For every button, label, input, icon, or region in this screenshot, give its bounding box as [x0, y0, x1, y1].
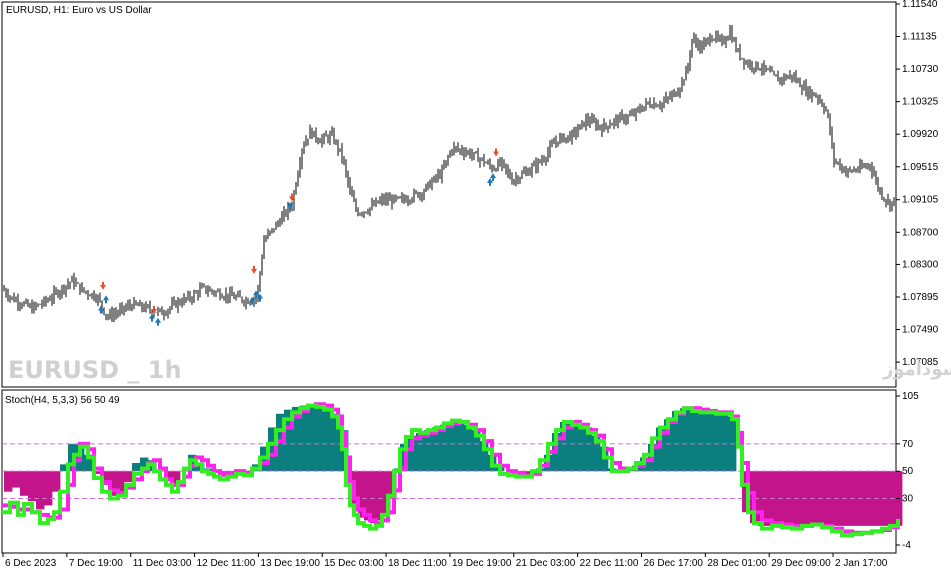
price-tick-label: 1.10325 [902, 97, 939, 108]
time-tick-label: 21 Dec 03:00 [516, 558, 576, 569]
symbol-header: EURUSD, H1: Euro vs US Dollar [6, 5, 152, 16]
time-tick-label: 29 Dec 09:00 [771, 558, 831, 569]
price-tick-label: 1.09515 [902, 162, 939, 173]
histogram-bar [12, 471, 21, 488]
histogram-bar [696, 411, 705, 472]
time-tick-label: 2 Jan 17:00 [835, 558, 888, 569]
price-tick-label: 1.10730 [902, 64, 939, 75]
time-tick-label: 28 Dec 01:00 [707, 558, 767, 569]
histogram-bar [308, 405, 317, 472]
price-tick-label: 1.07490 [902, 325, 939, 336]
histogram-bar [4, 471, 13, 492]
histogram-bar [464, 424, 473, 472]
histogram-bar [36, 471, 45, 510]
time-tick-label: 7 Dec 19:00 [69, 558, 123, 569]
histogram-bar [704, 411, 713, 472]
osc-tick-label: 50 [902, 466, 914, 477]
time-tick-label: 12 Dec 11:00 [197, 558, 256, 569]
price-tick-label: 1.09105 [902, 195, 939, 206]
histogram-bar [52, 471, 61, 492]
time-tick-label: 6 Dec 2023 [5, 558, 57, 569]
price-tick-label: 1.08300 [902, 259, 939, 270]
time-tick-label: 15 Dec 03:00 [324, 558, 384, 569]
chart-canvas[interactable]: 1.11540 1.11135 1.10730 1.10325 1.09920 1.095… [0, 0, 951, 572]
oscillator-label: Stoch(H4, 5,3,3) 56 50 49 [5, 395, 120, 406]
histogram-bar [448, 421, 457, 472]
histogram-bar [132, 462, 141, 472]
price-tick-label: 1.11135 [902, 32, 937, 43]
osc-tick-label: 30 [902, 494, 914, 505]
histogram-bar [316, 406, 325, 472]
histogram-bar [720, 412, 729, 472]
time-tick-label: 18 Dec 11:00 [388, 558, 447, 569]
time-tick-label: 13 Dec 19:00 [260, 558, 320, 569]
watermark-site: انتشار در سایت سودآموز [882, 357, 951, 380]
price-tick-label: 1.11540 [902, 0, 938, 10]
osc-tick-label: 105 [902, 391, 919, 402]
price-tick-label: 1.08700 [902, 227, 939, 238]
osc-tick-label: 70 [902, 439, 914, 450]
histogram-bar [456, 421, 465, 472]
histogram-bar [124, 471, 133, 483]
price-tick-label: 1.09920 [902, 129, 939, 140]
time-tick-label: 11 Dec 03:00 [133, 558, 192, 569]
chart-window[interactable]: 1.11540 1.11135 1.10730 1.10325 1.09920 1.095… [0, 0, 951, 572]
time-tick-label: 19 Dec 19:00 [452, 558, 512, 569]
histogram-bar [44, 471, 53, 506]
histogram-bar [20, 471, 29, 496]
histogram-bar [28, 471, 37, 502]
time-tick-label: 22 Dec 11:00 [580, 558, 639, 569]
histogram-bar [576, 424, 585, 472]
osc-tick-label: -4 [902, 540, 911, 551]
histogram-bar [712, 412, 721, 472]
price-tick-label: 1.07895 [902, 292, 939, 303]
watermark-symbol: EURUSD _ 1h [8, 356, 182, 384]
histogram-bar [688, 409, 697, 472]
time-tick-label: 26 Dec 17:00 [644, 558, 704, 569]
histogram-bar [680, 408, 689, 472]
